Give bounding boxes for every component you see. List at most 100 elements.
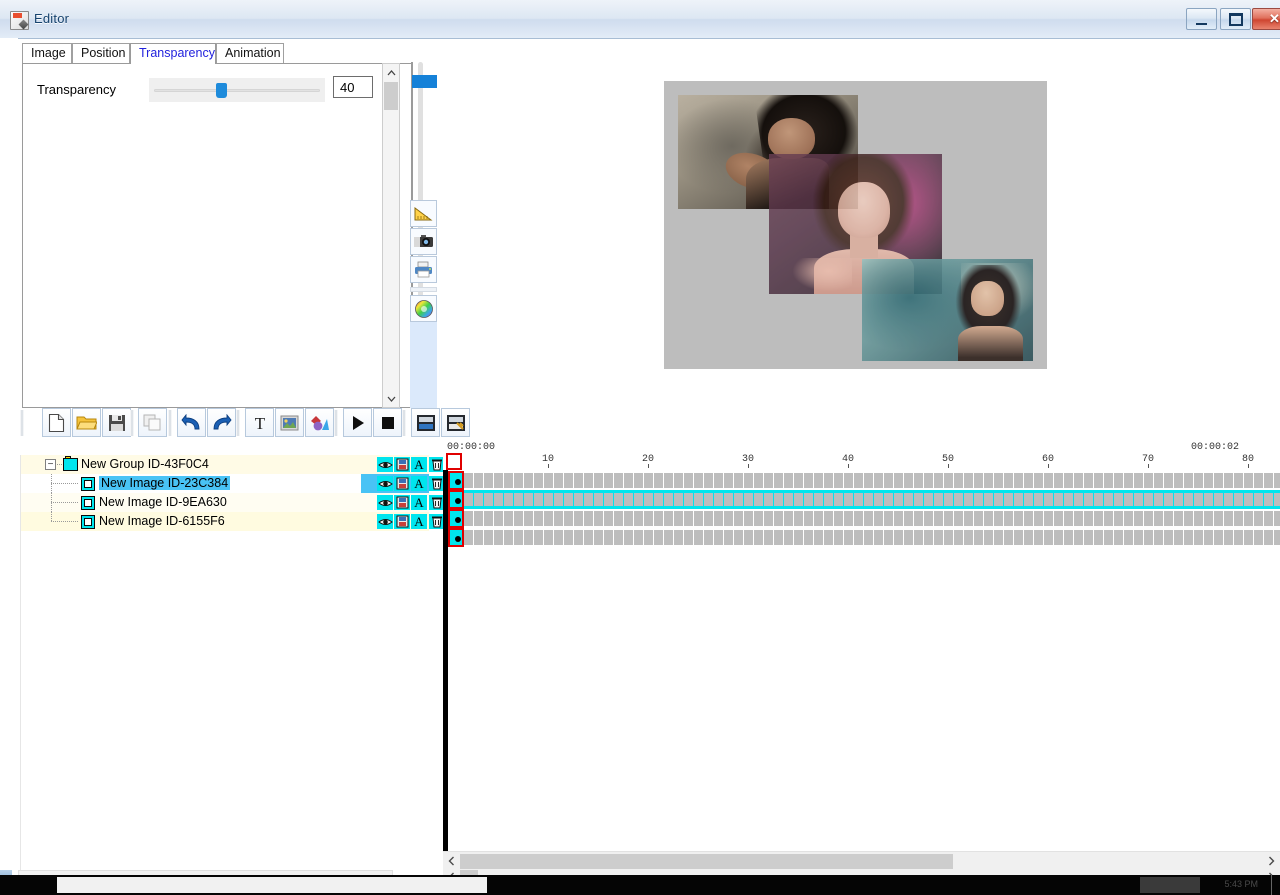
track-cell[interactable] (704, 473, 713, 488)
track-cell[interactable] (794, 511, 803, 526)
track-cell[interactable] (1004, 530, 1013, 545)
track-cell[interactable] (844, 493, 853, 506)
timeline-track[interactable] (448, 528, 1280, 547)
animate-a-icon[interactable]: A (411, 457, 427, 472)
track-cell[interactable] (1144, 493, 1153, 506)
track-cell[interactable] (844, 511, 853, 526)
track-cell[interactable] (1084, 530, 1093, 545)
layer-row-image-3[interactable]: New Image ID-6155F6 A (21, 512, 445, 531)
track-cell[interactable] (494, 511, 503, 526)
track-cell[interactable] (974, 493, 983, 506)
track-cell[interactable] (654, 493, 663, 506)
track-cell[interactable] (1184, 530, 1193, 545)
track-cell[interactable] (914, 530, 923, 545)
track-cell[interactable] (944, 511, 953, 526)
track-cell[interactable] (1044, 511, 1053, 526)
track-cell[interactable] (564, 530, 573, 545)
track-cell[interactable] (974, 530, 983, 545)
track-cell[interactable] (924, 511, 933, 526)
track-cell[interactable] (1064, 530, 1073, 545)
track-cell[interactable] (984, 493, 993, 506)
track-cells[interactable] (464, 490, 1280, 509)
save-diskette-icon[interactable] (102, 408, 131, 437)
track-cell[interactable] (624, 493, 633, 506)
track-cell[interactable] (694, 473, 703, 488)
color-wheel-icon[interactable] (410, 295, 437, 322)
track-cell[interactable] (814, 530, 823, 545)
track-cell[interactable] (524, 530, 533, 545)
track-cell[interactable] (544, 530, 553, 545)
track-cell[interactable] (584, 493, 593, 506)
tab-animation[interactable]: Animation (216, 43, 284, 63)
panel-scroll-thumb[interactable] (384, 82, 398, 110)
transparency-slider[interactable] (149, 78, 325, 102)
track-cell[interactable] (1154, 493, 1163, 506)
track-cell[interactable] (1054, 530, 1063, 545)
track-cell[interactable] (1034, 511, 1043, 526)
track-cell[interactable] (964, 493, 973, 506)
track-cell[interactable] (474, 511, 483, 526)
track-cell[interactable] (474, 493, 483, 506)
track-cell[interactable] (824, 473, 833, 488)
track-cell[interactable] (984, 530, 993, 545)
track-cell[interactable] (634, 493, 643, 506)
track-cell[interactable] (884, 511, 893, 526)
track-cell[interactable] (1204, 493, 1213, 506)
track-cell[interactable] (674, 511, 683, 526)
track-cell[interactable] (1234, 493, 1243, 506)
track-cell[interactable] (934, 530, 943, 545)
taskbar-button[interactable] (1140, 877, 1200, 893)
track-cell[interactable] (794, 493, 803, 506)
track-cell[interactable] (1084, 493, 1093, 506)
track-cell[interactable] (1204, 530, 1213, 545)
timeline-track[interactable] (448, 490, 1280, 509)
lock-icon[interactable] (394, 495, 410, 510)
track-cell[interactable] (1004, 473, 1013, 488)
track-cell[interactable] (764, 530, 773, 545)
track-cell[interactable] (1184, 493, 1193, 506)
taskbar-clock[interactable]: 5:43 PM (1224, 879, 1258, 889)
track-cell[interactable] (1214, 511, 1223, 526)
track-cell[interactable] (484, 473, 493, 488)
track-cell[interactable] (684, 473, 693, 488)
track-cell[interactable] (994, 493, 1003, 506)
track-cell[interactable] (1154, 530, 1163, 545)
track-cell[interactable] (1034, 530, 1043, 545)
track-cell[interactable] (594, 473, 603, 488)
track-cell[interactable] (1144, 473, 1153, 488)
track-cell[interactable] (484, 493, 493, 506)
track-cell[interactable] (1254, 493, 1263, 506)
track-cells[interactable] (464, 509, 1280, 528)
lock-icon[interactable] (394, 514, 410, 529)
track-cell[interactable] (624, 511, 633, 526)
track-cell[interactable] (684, 511, 693, 526)
track-cell[interactable] (824, 530, 833, 545)
track-cell[interactable] (664, 493, 673, 506)
track-cell[interactable] (774, 473, 783, 488)
track-cell[interactable] (874, 511, 883, 526)
track-cell[interactable] (934, 511, 943, 526)
transparency-value-input[interactable]: 40 (333, 76, 373, 98)
track-cell[interactable] (774, 493, 783, 506)
track-cell[interactable] (474, 530, 483, 545)
track-cell[interactable] (674, 473, 683, 488)
track-cell[interactable] (614, 511, 623, 526)
track-cell[interactable] (1054, 473, 1063, 488)
stop-icon[interactable] (373, 408, 402, 437)
track-cell[interactable] (1224, 493, 1233, 506)
track-cell[interactable] (894, 493, 903, 506)
scroll-down-icon[interactable] (383, 390, 399, 407)
track-cell[interactable] (1014, 530, 1023, 545)
track-cell[interactable] (544, 473, 553, 488)
track-cell[interactable] (814, 473, 823, 488)
track-cell[interactable] (1034, 473, 1043, 488)
lock-icon[interactable] (394, 457, 410, 472)
track-cell[interactable] (514, 473, 523, 488)
track-cell[interactable] (1134, 473, 1143, 488)
track-cell[interactable] (724, 511, 733, 526)
track-cell[interactable] (844, 473, 853, 488)
minimize-button[interactable] (1186, 8, 1217, 30)
track-cell[interactable] (784, 511, 793, 526)
track-cell[interactable] (474, 473, 483, 488)
track-cell[interactable] (804, 473, 813, 488)
